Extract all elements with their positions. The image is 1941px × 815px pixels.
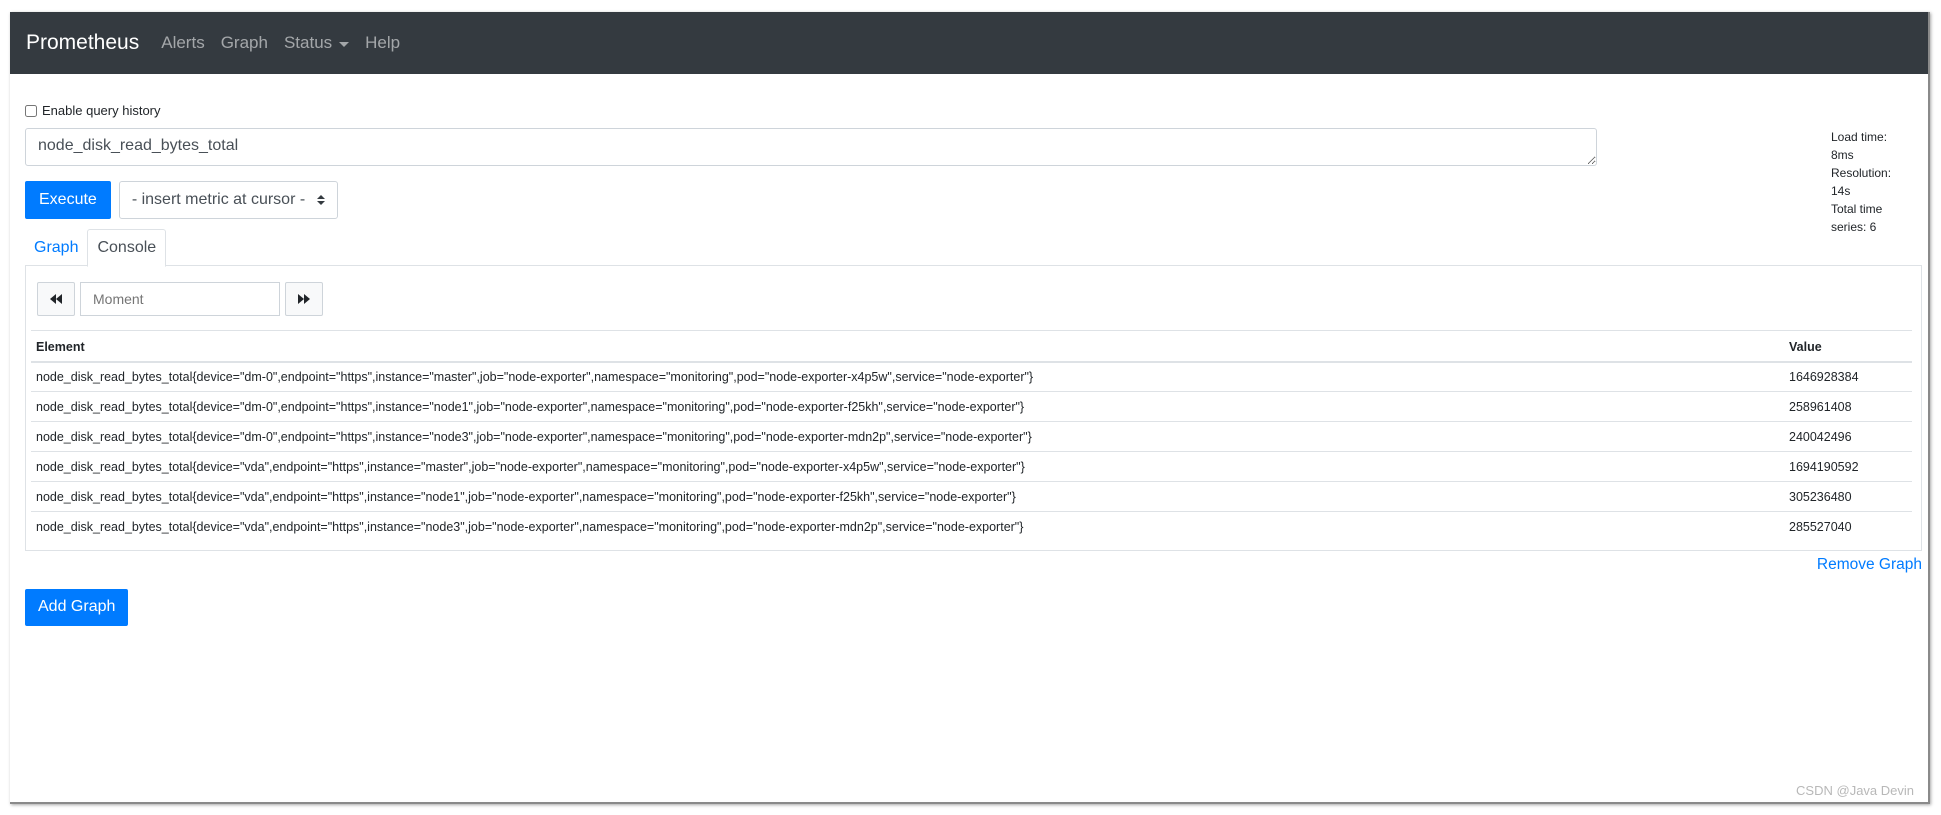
tab-graph[interactable]: Graph	[25, 229, 87, 266]
tab-console[interactable]: Console	[87, 229, 167, 267]
view-tabs: Graph Console	[25, 229, 1922, 267]
row-value: 285527040	[1784, 511, 1912, 542]
insert-metric-label: - insert metric at cursor -	[131, 191, 306, 208]
execute-row: Execute - insert metric at cursor -	[25, 181, 1913, 219]
value-column-header: Value	[1784, 330, 1912, 363]
add-graph-button[interactable]: Add Graph	[25, 588, 129, 626]
results-table: Element Value node_disk_read_bytes_total…	[31, 330, 1912, 542]
backward-icon	[50, 294, 62, 304]
row-element: node_disk_read_bytes_total{device="vda",…	[31, 451, 1784, 482]
moment-controls	[37, 282, 1916, 316]
moment-input[interactable]	[80, 282, 280, 316]
table-row: node_disk_read_bytes_total{device="vda",…	[31, 481, 1912, 512]
brand-logo[interactable]: Prometheus	[26, 31, 139, 55]
table-row: node_disk_read_bytes_total{device="dm-0"…	[31, 361, 1912, 392]
query-history-toggle: Enable query history	[25, 103, 1913, 118]
insert-metric-select[interactable]: - insert metric at cursor -	[118, 181, 338, 219]
remove-graph-link[interactable]: Remove Graph	[1817, 556, 1922, 573]
nav-status[interactable]: Status	[283, 33, 350, 53]
row-value: 1694190592	[1784, 451, 1912, 482]
row-element: node_disk_read_bytes_total{device="dm-0"…	[31, 421, 1784, 452]
nav-alerts[interactable]: Alerts	[161, 33, 204, 53]
nav-graph[interactable]: Graph	[221, 33, 268, 53]
query-history-label: Enable query history	[42, 103, 161, 118]
row-element: node_disk_read_bytes_total{device="dm-0"…	[31, 361, 1784, 392]
browser-frame: Prometheus Alerts Graph Status Help Enab…	[10, 12, 1930, 804]
row-value: 305236480	[1784, 481, 1912, 512]
row-value: 1646928384	[1784, 361, 1912, 392]
row-value: 240042496	[1784, 421, 1912, 452]
moment-forward-button[interactable]	[285, 282, 323, 316]
table-row: node_disk_read_bytes_total{device="dm-0"…	[31, 391, 1912, 422]
row-element: node_disk_read_bytes_total{device="vda",…	[31, 481, 1784, 512]
query-history-checkbox[interactable]	[25, 104, 37, 117]
table-row: node_disk_read_bytes_total{device="vda",…	[31, 451, 1912, 482]
row-element: node_disk_read_bytes_total{device="vda",…	[31, 511, 1784, 542]
watermark: CSDN @Java Devin	[1796, 783, 1914, 798]
console-panel: Element Value node_disk_read_bytes_total…	[25, 266, 1922, 551]
table-header: Element Value	[31, 330, 1912, 363]
nav-status-label: Status	[283, 33, 333, 52]
expression-input[interactable]	[25, 128, 1597, 166]
chevron-down-icon	[339, 41, 350, 47]
nav-help[interactable]: Help	[365, 33, 400, 53]
execute-button[interactable]: Execute	[25, 181, 111, 219]
table-row: node_disk_read_bytes_total{device="vda",…	[31, 511, 1912, 542]
select-arrows-icon	[316, 195, 325, 205]
remove-graph-row: Remove Graph	[25, 556, 1922, 574]
element-column-header: Element	[31, 330, 1784, 363]
resolution: Resolution: 14s	[1831, 166, 1892, 198]
table-row: node_disk_read_bytes_total{device="dm-0"…	[31, 421, 1912, 452]
query-stats: Load time: 8ms Resolution: 14s Total tim…	[1831, 128, 1913, 236]
load-time: Load time: 8ms	[1831, 130, 1888, 162]
query-row: Load time: 8ms Resolution: 14s Total tim…	[25, 128, 1913, 234]
forward-icon	[298, 294, 310, 304]
row-element: node_disk_read_bytes_total{device="dm-0"…	[31, 391, 1784, 422]
moment-back-button[interactable]	[37, 282, 75, 316]
navbar: Prometheus Alerts Graph Status Help	[10, 12, 1928, 74]
main-content: Enable query history Load time: 8ms Reso…	[10, 103, 1928, 626]
row-value: 258961408	[1784, 391, 1912, 422]
